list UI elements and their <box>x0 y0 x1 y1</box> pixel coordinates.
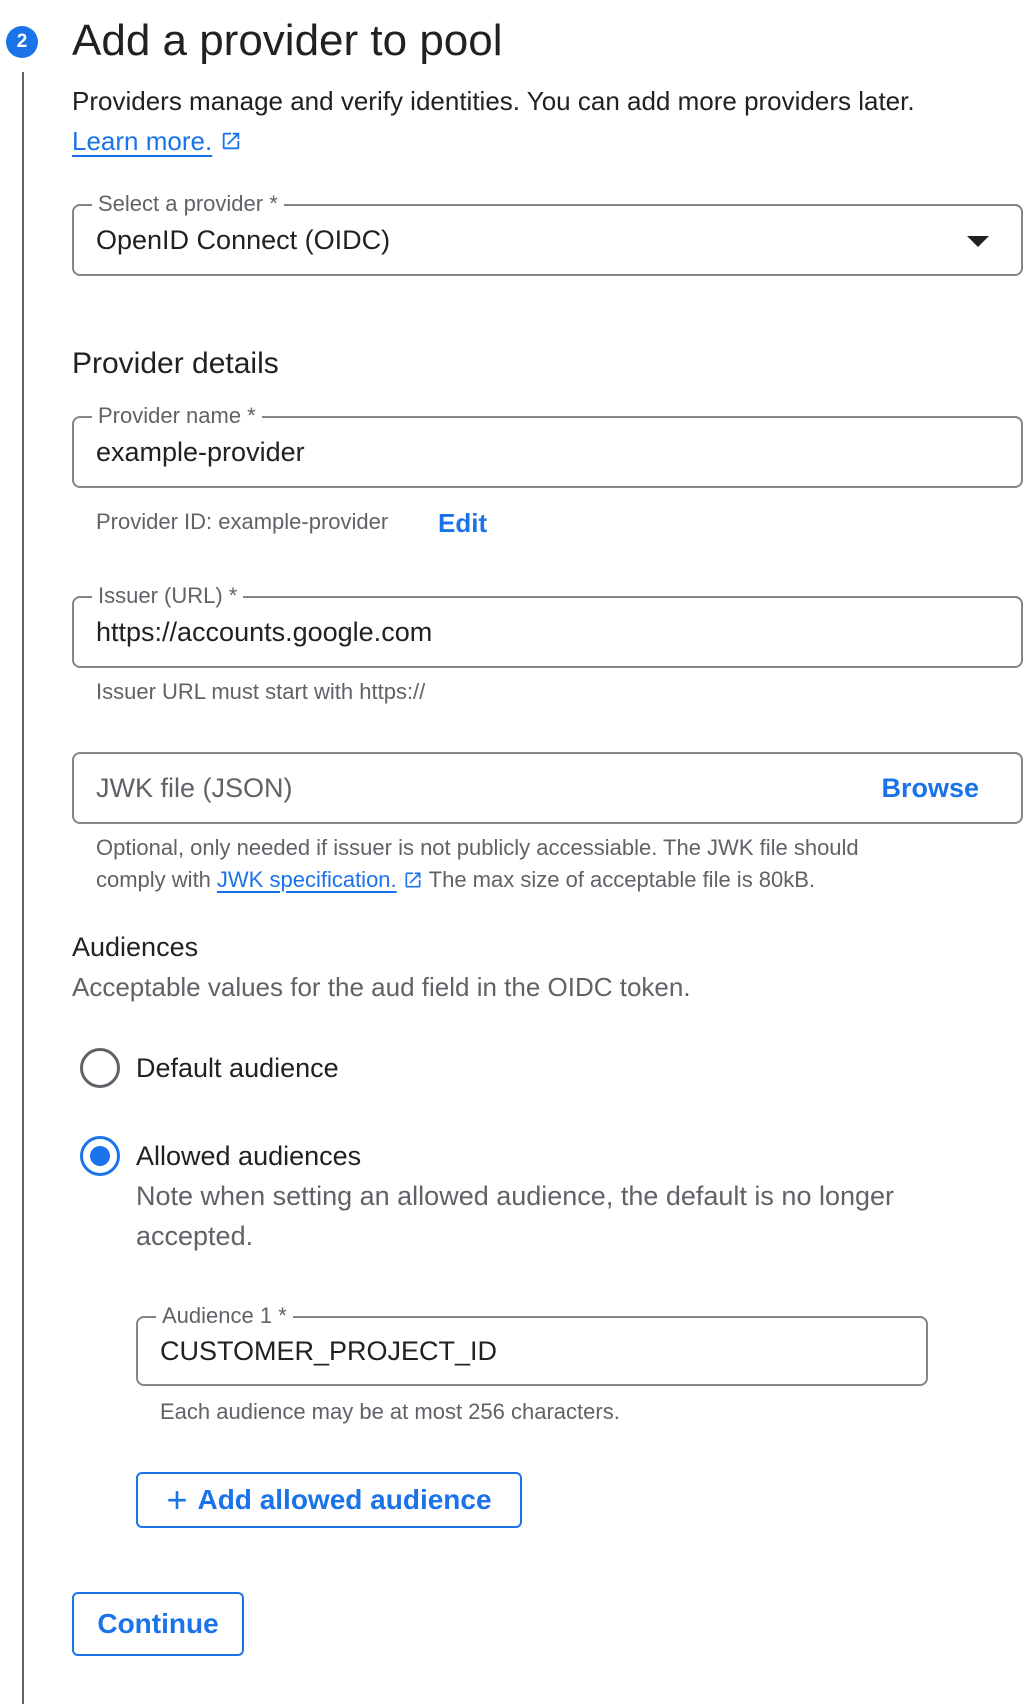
provider-select-value: OpenID Connect (OIDC) <box>96 224 391 255</box>
allowed-audiences-label[interactable]: Allowed audiences <box>136 1139 361 1173</box>
audience-1-value: CUSTOMER_PROJECT_ID <box>160 1335 498 1366</box>
audiences-heading: Audiences <box>72 932 199 962</box>
provider-details-heading: Provider details <box>72 347 279 380</box>
jwk-hint-line1: Optional, only needed if issuer is not p… <box>96 835 859 860</box>
learn-more-text[interactable]: Learn more. <box>72 124 212 158</box>
default-audience-radio[interactable] <box>80 1048 120 1088</box>
jwk-hint-line2: comply with JWK specification. The max s… <box>96 864 815 896</box>
audiences-description: Acceptable values for the aud field in t… <box>72 972 691 1002</box>
jwk-hint-suffix: The max size of acceptable file is 80kB. <box>428 867 816 892</box>
dropdown-arrow-icon <box>967 236 989 247</box>
add-allowed-audience-button[interactable]: + Add allowed audience <box>136 1472 522 1528</box>
jwk-file-placeholder: JWK file (JSON) <box>96 772 293 803</box>
open-in-new-icon <box>405 872 421 888</box>
stepper-rail <box>22 72 24 1704</box>
open-in-new-icon <box>222 132 240 150</box>
allowed-audiences-radio[interactable] <box>80 1136 120 1176</box>
browse-button[interactable]: Browse <box>881 754 979 822</box>
plus-icon: + <box>166 1479 188 1520</box>
issuer-url-field[interactable]: Issuer (URL) * https://accounts.google.c… <box>72 583 1023 668</box>
jwk-file-field[interactable]: JWK file (JSON) Browse <box>72 752 1023 824</box>
default-audience-label[interactable]: Default audience <box>136 1051 339 1085</box>
add-allowed-audience-label: Add allowed audience <box>197 1484 492 1515</box>
continue-label: Continue <box>97 1608 219 1639</box>
continue-button[interactable]: Continue <box>72 1592 244 1656</box>
allowed-audiences-note: Note when setting an allowed audience, t… <box>136 1181 895 1251</box>
jwk-specification-link[interactable]: JWK specification. <box>217 864 397 896</box>
provider-name-value: example-provider <box>96 436 305 467</box>
learn-more-link[interactable]: Learn more. <box>72 124 242 158</box>
audience-1-field[interactable]: Audience 1 * CUSTOMER_PROJECT_ID <box>136 1303 928 1386</box>
jwk-hint-prefix: comply with <box>96 867 211 892</box>
issuer-url-hint: Issuer URL must start with https:// <box>96 679 426 704</box>
provider-select[interactable]: Select a provider * OpenID Connect (OIDC… <box>72 191 1023 276</box>
step-title: Add a provider to pool <box>72 16 503 65</box>
step-description: Providers manage and verify identities. … <box>72 86 915 116</box>
audience-length-hint: Each audience may be at most 256 charact… <box>160 1399 620 1424</box>
edit-provider-id-button[interactable]: Edit <box>438 506 487 540</box>
provider-name-field[interactable]: Provider name * example-provider <box>72 403 1023 488</box>
provider-id-text: Provider ID: example-provider <box>96 509 389 534</box>
issuer-url-value: https://accounts.google.com <box>96 616 433 647</box>
step-number-badge: 2 <box>6 26 38 58</box>
